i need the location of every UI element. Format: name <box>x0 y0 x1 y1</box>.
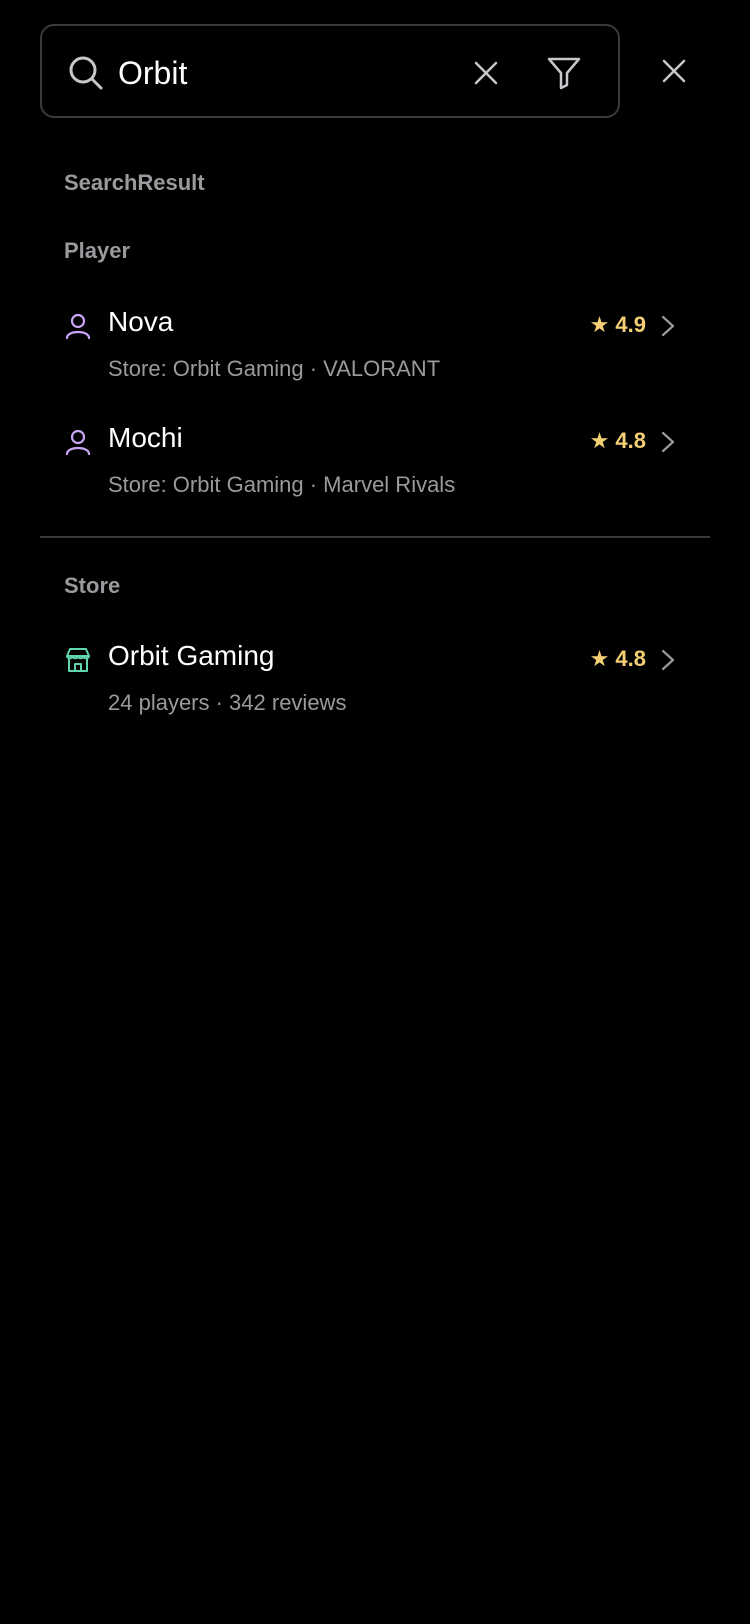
rating-badge: ★ 4.8 <box>589 428 646 453</box>
store-meta: 24 players · 342 reviews <box>108 690 347 715</box>
player-meta: Store: Orbit Gaming · VALORANT <box>108 356 441 381</box>
player-section-heading: Player <box>64 238 131 263</box>
chevron-right-icon <box>661 649 675 671</box>
storefront-icon <box>66 648 90 672</box>
rating-badge: ★ 4.9 <box>589 312 646 337</box>
player-meta: Store: Orbit Gaming · Marvel Rivals <box>108 472 456 497</box>
section-divider <box>40 536 710 538</box>
close-search-button[interactable] <box>652 49 696 93</box>
rating-badge: ★ 4.8 <box>589 646 646 671</box>
clear-search-button[interactable] <box>464 51 508 95</box>
funnel-icon <box>547 57 581 90</box>
chevron-right-icon <box>661 431 675 453</box>
store-section-heading: Store <box>64 573 121 598</box>
user-icon <box>65 429 91 456</box>
filter-button[interactable] <box>542 51 586 95</box>
player-result-item[interactable]: Mochi Store: Orbit Gaming · Marvel Rival… <box>40 416 710 516</box>
search-field[interactable] <box>40 24 620 118</box>
search-icon <box>69 56 103 90</box>
search-bar <box>40 24 750 120</box>
player-result-item[interactable]: Nova Store: Orbit Gaming · VALORANT ★ 4.… <box>40 300 710 400</box>
store-name: Orbit Gaming <box>108 640 275 671</box>
close-icon <box>662 59 686 83</box>
search-result-heading: SearchResult <box>64 170 205 195</box>
store-result-item[interactable]: Orbit Gaming 24 players · 342 reviews ★ … <box>40 634 710 734</box>
search-input[interactable] <box>118 48 438 98</box>
chevron-right-icon <box>661 315 675 337</box>
player-name: Mochi <box>108 422 183 453</box>
player-name: Nova <box>108 306 174 337</box>
close-icon <box>474 61 498 85</box>
user-icon <box>65 313 91 340</box>
